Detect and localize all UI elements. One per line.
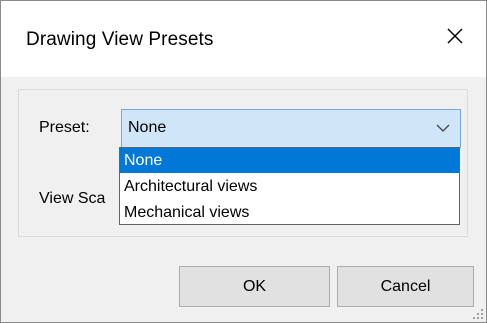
dialog-title: Drawing View Presets [26,29,214,50]
close-button[interactable] [434,15,476,57]
view-scale-label: View Sca [39,190,106,207]
preset-combobox[interactable]: None [121,109,461,148]
preset-dropdown-list: None Architectural views Mechanical view… [119,147,460,225]
resize-grip-icon[interactable] [470,306,484,320]
preset-option-none[interactable]: None [120,148,459,173]
ok-button[interactable]: OK [179,266,330,307]
close-icon [447,28,463,44]
preset-option-mechanical-views[interactable]: Mechanical views [120,200,459,225]
drawing-view-presets-dialog: Drawing View Presets Preset: None View S… [0,0,487,323]
title-bar[interactable]: Drawing View Presets [1,1,486,77]
preset-option-architectural-views[interactable]: Architectural views [120,174,459,199]
preset-combobox-value: None [128,119,167,136]
preset-label: Preset: [39,119,90,136]
chevron-down-icon [436,124,450,132]
cancel-button[interactable]: Cancel [337,266,474,307]
